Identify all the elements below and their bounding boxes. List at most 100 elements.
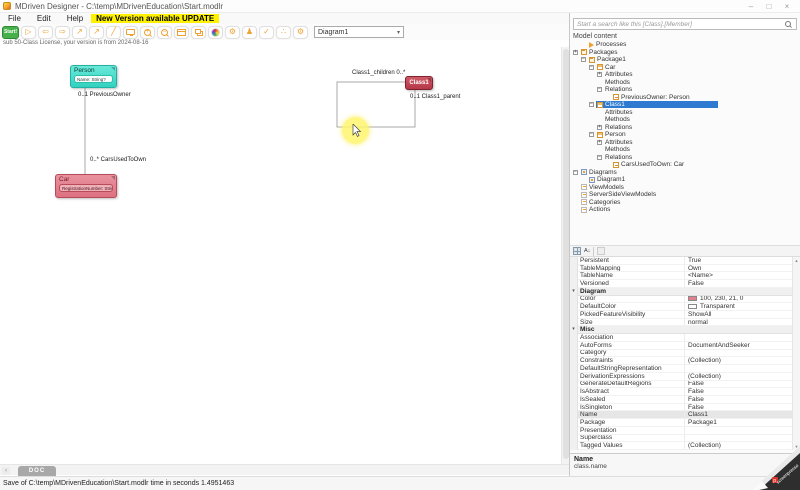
property-value[interactable]: False [685, 404, 800, 412]
property-grid-scrollbar[interactable]: ▲ ▼ [792, 257, 800, 450]
property-row-isabstract[interactable]: IsAbstract False [570, 388, 800, 396]
run-play-button[interactable]: ▷ [21, 25, 36, 39]
property-row-constraints[interactable]: Constraints (Collection) [570, 357, 800, 366]
property-value[interactable]: <Name> [685, 272, 800, 281]
property-row-superclass[interactable]: Superclass [570, 434, 800, 443]
goto-arrow-button[interactable]: ↗ [72, 25, 87, 39]
diagram-selector-combobox[interactable]: Diagram1 ▾ [314, 26, 404, 38]
minimize-button[interactable]: – [742, 0, 760, 13]
property-value[interactable]: False [685, 396, 800, 404]
nav-back-button[interactable]: ⇦ [38, 25, 53, 39]
property-value[interactable]: (Collection) [685, 357, 800, 366]
property-value[interactable]: True [685, 257, 800, 265]
scroll-down-arrow[interactable]: ▼ [793, 444, 800, 449]
close-button[interactable]: × [778, 0, 796, 13]
property-value[interactable]: normal [685, 319, 800, 327]
nav-forward-button[interactable]: ⇨ [55, 25, 70, 39]
tree-expand-toggle[interactable]: − [589, 102, 594, 108]
canvas-horizontal-scrollbar[interactable]: ‹ DOC [0, 464, 569, 476]
property-row-versioned[interactable]: Versioned False [570, 280, 800, 288]
categorized-view-icon[interactable] [573, 247, 581, 255]
tree-item-car[interactable]: − Car [570, 64, 800, 72]
class-box-class1[interactable]: Class1 [405, 76, 433, 90]
property-value[interactable]: Transparent [685, 303, 800, 312]
property-value[interactable]: Package1 [685, 419, 800, 427]
property-category-misc[interactable]: ▾ Misc [570, 326, 800, 335]
start-button[interactable]: Start! [2, 25, 19, 39]
tree-item-relations[interactable]: + Relations [570, 124, 800, 132]
tree-item-diagrams[interactable]: − Diagrams [570, 169, 800, 177]
tree-item-carsusedtoown-car[interactable]: CarsUsedToOwn: Car [570, 161, 800, 169]
doc-tab[interactable]: DOC [18, 466, 56, 476]
diagram-canvas[interactable]: Person Name: String? Car RegistrationNum… [0, 47, 561, 464]
tree-expand-toggle[interactable]: + [573, 49, 578, 55]
scroll-left-arrow[interactable]: ‹ [2, 467, 10, 475]
tree-expand-toggle[interactable]: − [589, 132, 594, 138]
class-box-person[interactable]: Person Name: String? [70, 65, 117, 88]
property-row-defaultcolor[interactable]: DefaultColor Transparent [570, 303, 800, 312]
maximize-button[interactable]: □ [760, 0, 778, 13]
property-row-issealed[interactable]: IsSealed False [570, 395, 800, 404]
property-value[interactable] [685, 427, 800, 435]
tree-item-methods[interactable]: Methods [570, 79, 800, 87]
tree-item-package1[interactable]: − Package1 [570, 56, 800, 64]
diagram-windows-button[interactable] [191, 25, 206, 39]
class-attribute-chip[interactable]: Name: String? [74, 75, 113, 83]
menu-help[interactable]: Help [59, 14, 91, 23]
property-row-pickedfeaturevisibility[interactable]: PickedFeatureVisibility ShowAll [570, 311, 800, 319]
tree-item-person[interactable]: − Person [570, 131, 800, 139]
property-value[interactable]: Class1 [685, 411, 800, 420]
property-row-color[interactable]: Color 100, 230, 21, 0 [570, 295, 800, 304]
property-value[interactable]: (Collection) [685, 442, 800, 450]
draw-association-button[interactable]: ↗ [89, 25, 104, 39]
property-value[interactable]: 100, 230, 21, 0 [685, 296, 800, 304]
tree-item-methods[interactable]: Methods [570, 146, 800, 154]
scroll-up-arrow[interactable]: ▲ [793, 258, 800, 263]
property-value[interactable]: False [685, 280, 800, 288]
tree-item-serversideviewmodels[interactable]: ServerSideViewModels [570, 191, 800, 199]
search-icon[interactable] [785, 21, 791, 27]
property-row-tablename[interactable]: TableName <Name> [570, 272, 800, 281]
validate-button[interactable]: ✓ [259, 25, 274, 39]
pattern-nodes-button[interactable]: ∴ [276, 25, 291, 39]
menu-file[interactable]: File [0, 14, 29, 23]
property-row-association[interactable]: Association [570, 334, 800, 342]
class-box-car[interactable]: Car RegistrationNumber: String? [55, 174, 117, 198]
property-row-name[interactable]: Name Class1 [570, 411, 800, 420]
class-attribute-chip[interactable]: RegistrationNumber: String? [59, 184, 113, 192]
property-row-package[interactable]: Package Package1 [570, 419, 800, 427]
tree-item-attributes[interactable]: + Attributes [570, 71, 800, 79]
property-value[interactable]: Own [685, 265, 800, 273]
tree-item-actions[interactable]: Actions [570, 206, 800, 214]
property-value[interactable]: ShowAll [685, 311, 800, 319]
property-row-defaultstringrepresentation[interactable]: DefaultStringRepresentation [570, 365, 800, 373]
property-row-tablemapping[interactable]: TableMapping Own [570, 264, 800, 273]
property-value[interactable]: False [685, 381, 800, 389]
tree-expand-toggle[interactable]: + [597, 124, 602, 130]
overview-window-button[interactable] [174, 25, 189, 39]
tree-item-packages[interactable]: + Packages [570, 49, 800, 57]
tree-expand-toggle[interactable]: + [597, 72, 602, 78]
property-value[interactable]: False [685, 388, 800, 396]
update-available-notice[interactable]: New Version available UPDATE [91, 14, 220, 23]
property-row-presentation[interactable]: Presentation [570, 426, 800, 435]
search-input[interactable] [574, 20, 785, 28]
property-row-issingleton[interactable]: IsSingleton False [570, 403, 800, 412]
tree-expand-toggle[interactable]: + [597, 139, 602, 145]
property-value[interactable]: DocumentAndSeeker [685, 342, 800, 350]
tree-item-relations[interactable]: − Relations [570, 86, 800, 94]
tree-item-categories[interactable]: Categories [570, 199, 800, 207]
property-value[interactable] [685, 365, 800, 373]
tree-item-class1[interactable]: − Class1 [570, 101, 800, 109]
tree-expand-toggle[interactable]: − [597, 87, 602, 93]
property-row-persistent[interactable]: Persistent True [570, 257, 800, 265]
tree-item-previousowner-person[interactable]: PreviousOwner: Person [570, 94, 800, 102]
actors-button[interactable]: ♟ [242, 25, 257, 39]
property-row-derivationexpressions[interactable]: DerivationExpressions (Collection) [570, 372, 800, 381]
zoom-out-button[interactable]: − [157, 25, 172, 39]
tree-expand-toggle[interactable]: − [581, 57, 586, 63]
property-value[interactable]: (Collection) [685, 373, 800, 381]
tree-item-processes[interactable]: Processes [570, 41, 800, 49]
property-row-generatedefaultregions[interactable]: GenerateDefaultRegions False [570, 380, 800, 389]
property-value[interactable] [685, 334, 800, 342]
